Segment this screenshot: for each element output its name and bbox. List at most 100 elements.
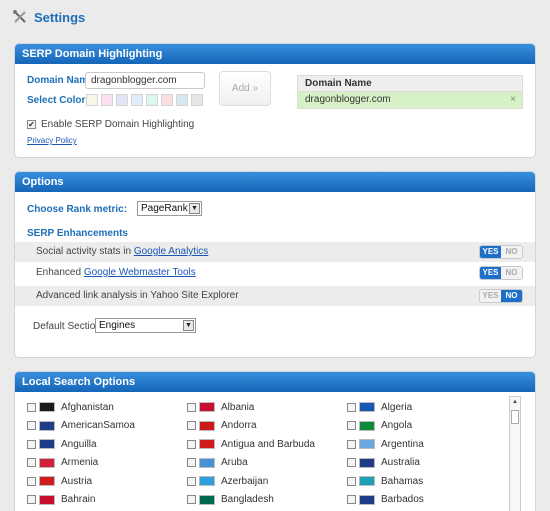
toggle-no[interactable]: NO: [501, 267, 522, 279]
chevron-down-icon: ▼: [183, 320, 194, 331]
color-swatch[interactable]: [101, 94, 113, 106]
color-swatch[interactable]: [86, 94, 98, 106]
country-checkbox[interactable]: [347, 495, 356, 504]
country-checkbox[interactable]: [27, 402, 36, 412]
country-option[interactable]: Afghanistan: [27, 400, 114, 414]
country-label: AmericanSamoa: [61, 420, 135, 431]
country-label: Azerbaijan: [221, 475, 269, 487]
country-label: Antigua and Barbuda: [221, 438, 315, 450]
enable-highlighting-checkbox[interactable]: ✔: [27, 120, 36, 129]
country-label: Australia: [381, 457, 420, 468]
flag-icon: [199, 402, 215, 412]
flag-icon: [359, 494, 375, 505]
country-label: Albania: [221, 401, 255, 413]
country-checkbox[interactable]: [27, 421, 36, 430]
toggle-no[interactable]: NO: [501, 246, 522, 258]
country-checkbox[interactable]: [187, 402, 196, 412]
country-option[interactable]: Antigua and Barbuda: [187, 437, 315, 451]
country-checkbox[interactable]: [187, 458, 196, 467]
color-swatch[interactable]: [131, 94, 143, 106]
flag-icon: [199, 439, 215, 449]
enhancement-row: Social activity stats in Google Analytic…: [15, 242, 535, 262]
serp-enhancements-label: SERP Enhancements: [27, 228, 128, 239]
enhancement-label: Enhanced: [36, 267, 84, 278]
options-panel-title: Options: [15, 172, 535, 192]
country-label: Andorra: [221, 420, 257, 431]
country-checkbox[interactable]: [347, 421, 356, 430]
country-option[interactable]: Bahrain: [27, 493, 95, 507]
default-section-label: Default Section:: [33, 321, 104, 332]
country-option[interactable]: Aruba: [187, 456, 248, 470]
yes-no-toggle[interactable]: YES NO: [479, 266, 523, 280]
add-domain-button[interactable]: Add »: [219, 71, 271, 106]
country-label: Bangladesh: [221, 494, 274, 505]
serp-panel-title: SERP Domain Highlighting: [15, 44, 535, 64]
country-label: Bahamas: [381, 475, 424, 487]
country-checkbox[interactable]: [347, 402, 356, 412]
rank-metric-select[interactable]: PageRank™ ▼: [137, 201, 202, 216]
enhancement-link[interactable]: Google Webmaster Tools: [84, 267, 196, 278]
country-list-scrollbar[interactable]: ▲: [509, 396, 521, 511]
country-option[interactable]: Bahamas: [347, 474, 423, 488]
select-color-label: Select Color:: [27, 95, 89, 106]
country-option[interactable]: Azerbaijan: [187, 474, 268, 488]
country-label: Barbados: [381, 494, 424, 505]
toggle-yes[interactable]: YES: [480, 246, 501, 258]
enhancement-link[interactable]: Google Analytics: [134, 246, 209, 257]
country-label: Argentina: [381, 438, 424, 450]
country-option[interactable]: AmericanSamoa: [27, 419, 135, 433]
country-checkbox[interactable]: [27, 476, 36, 486]
color-swatch[interactable]: [191, 94, 203, 106]
country-option[interactable]: Australia: [347, 456, 420, 470]
country-label: Aruba: [221, 457, 248, 468]
country-option[interactable]: Bangladesh: [187, 493, 274, 507]
color-swatch[interactable]: [176, 94, 188, 106]
privacy-policy-link[interactable]: Privacy Policy: [27, 136, 77, 145]
domain-name-input[interactable]: [85, 72, 205, 89]
yes-no-toggle[interactable]: YES NO: [479, 289, 523, 303]
country-label: Bahrain: [61, 494, 96, 505]
tools-icon: [13, 10, 26, 23]
scroll-up-icon[interactable]: ▲: [510, 397, 520, 408]
flag-icon: [359, 457, 375, 468]
domain-table-row: dragonblogger.com ×: [298, 92, 522, 108]
toggle-yes[interactable]: YES: [480, 267, 501, 279]
country-option[interactable]: Anguilla: [27, 437, 97, 451]
country-option[interactable]: Albania: [187, 400, 254, 414]
country-option[interactable]: Andorra: [187, 419, 257, 433]
country-label: Algeria: [381, 401, 413, 413]
country-checkbox[interactable]: [27, 458, 36, 467]
flag-icon: [199, 457, 215, 468]
color-swatch[interactable]: [116, 94, 128, 106]
default-section-select[interactable]: Engines ▼: [95, 318, 196, 333]
country-option[interactable]: Barbados: [347, 493, 424, 507]
country-checkbox[interactable]: [187, 421, 196, 430]
country-option[interactable]: Angola: [347, 419, 412, 433]
remove-domain-icon[interactable]: ×: [510, 92, 516, 108]
country-label: Austria: [61, 475, 93, 487]
country-option[interactable]: Armenia: [27, 456, 98, 470]
country-checkbox[interactable]: [347, 476, 356, 486]
country-checkbox[interactable]: [187, 439, 196, 449]
country-checkbox[interactable]: [27, 495, 36, 504]
color-swatch[interactable]: [161, 94, 173, 106]
country-checkbox[interactable]: [347, 439, 356, 449]
color-swatches: [86, 94, 203, 106]
enhancement-label: Advanced link analysis in Yahoo Site Exp…: [36, 290, 239, 301]
yes-no-toggle[interactable]: YES NO: [479, 245, 523, 259]
scroll-thumb[interactable]: [511, 410, 519, 424]
country-checkbox[interactable]: [27, 439, 36, 449]
country-checkbox[interactable]: [187, 476, 196, 486]
country-option[interactable]: Algeria: [347, 400, 412, 414]
country-label: Afghanistan: [61, 401, 114, 413]
domain-table-header: Domain Name: [298, 76, 522, 92]
country-option[interactable]: Austria: [27, 474, 92, 488]
flag-icon: [39, 439, 55, 449]
country-checkbox[interactable]: [347, 458, 356, 467]
flag-icon: [39, 494, 55, 505]
toggle-no[interactable]: NO: [501, 290, 522, 302]
country-checkbox[interactable]: [187, 495, 196, 504]
toggle-yes[interactable]: YES: [480, 290, 501, 302]
country-option[interactable]: Argentina: [347, 437, 424, 451]
color-swatch[interactable]: [146, 94, 158, 106]
